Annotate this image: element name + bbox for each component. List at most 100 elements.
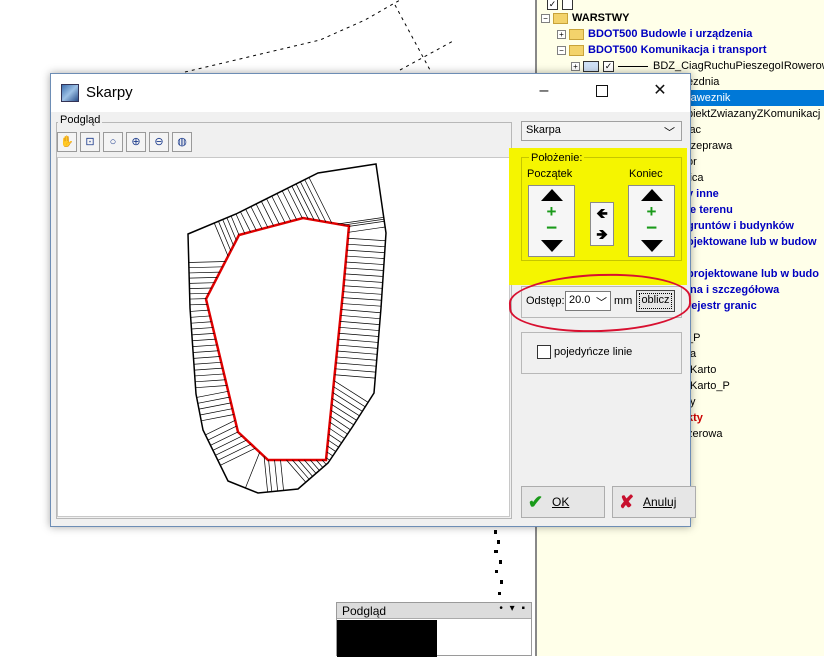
close-button[interactable]: ✕ xyxy=(637,74,683,108)
tree-item[interactable]: ie terenu xyxy=(687,202,733,218)
hatch-line xyxy=(336,357,376,360)
tree-item[interactable]: zerowa xyxy=(687,426,722,442)
hatch-line xyxy=(335,369,375,372)
tree-item[interactable]: tKarto_P xyxy=(687,378,730,394)
expand-icon[interactable]: + xyxy=(571,62,580,71)
collapse-icon[interactable]: − xyxy=(541,14,550,23)
tree-item-komunikacja[interactable]: − BDOT500 Komunikacja i transport xyxy=(557,42,767,58)
hand-icon[interactable]: ✋ xyxy=(57,132,77,152)
end-down-button[interactable] xyxy=(629,237,674,255)
dialog-title: Skarpy xyxy=(86,84,133,101)
swap-controls: 🡸 🡺 xyxy=(590,202,614,246)
collapse-icon[interactable]: − xyxy=(557,46,566,55)
hatch-line xyxy=(275,460,278,491)
hatch-line xyxy=(272,196,285,223)
hatch-line xyxy=(343,292,382,295)
tree-item[interactable]: rzeprawa xyxy=(687,138,732,154)
zoom-in-icon[interactable]: ⊕ xyxy=(126,132,146,152)
hatch-line xyxy=(195,380,225,382)
tree-item-label: ojektowane lub w budow xyxy=(687,236,817,248)
hatch-line xyxy=(336,363,376,366)
title-bar[interactable]: Skarpy – ✕ xyxy=(51,74,690,112)
hatch-line xyxy=(246,209,257,230)
minus-icon: − xyxy=(646,218,657,239)
tree-item-label: ezdnia xyxy=(687,76,719,88)
tree-item[interactable]: gruntów i budynków xyxy=(687,218,794,234)
tree-item-label: WARSTWY xyxy=(572,12,629,24)
hatch-line xyxy=(347,244,385,247)
hatch-line xyxy=(223,220,234,246)
single-lines-checkbox[interactable] xyxy=(537,345,551,359)
hatch-line xyxy=(281,460,284,490)
ok-button[interactable]: ✔ OK xyxy=(521,486,605,518)
expand-icon[interactable]: + xyxy=(557,30,566,39)
hatch-line xyxy=(200,409,232,415)
hatch-line xyxy=(267,199,280,225)
maximize-icon xyxy=(596,85,608,97)
hatch-line xyxy=(199,403,231,409)
tree-item[interactable]: ezdnia xyxy=(687,74,719,90)
single-lines-label[interactable]: pojedyńcze linie xyxy=(554,346,632,358)
hatch-line xyxy=(298,460,312,476)
hatch-line xyxy=(342,304,381,307)
hatch-line xyxy=(328,440,339,447)
slope-type-select[interactable]: Skarpa﹀ xyxy=(521,121,682,141)
layer-checkbox[interactable]: ✓ xyxy=(603,61,614,72)
hatch-line xyxy=(341,315,380,318)
hatch-line xyxy=(327,446,335,452)
hatch-line xyxy=(211,432,238,445)
arrow-left-button[interactable]: 🡸 xyxy=(591,203,613,224)
zoom-window-icon[interactable]: ⊡ xyxy=(80,132,100,152)
preview-canvas[interactable] xyxy=(57,157,510,517)
hatch-line xyxy=(240,212,250,232)
tree-item[interactable]: projektowane lub w budo xyxy=(687,266,819,282)
start-down-button[interactable] xyxy=(529,237,574,255)
hatch-line xyxy=(339,333,379,336)
hatch-line xyxy=(208,426,237,440)
hatch-line xyxy=(338,339,378,342)
tree-item-selected[interactable]: raweznik xyxy=(687,90,824,106)
tree-item[interactable]: ojektowane lub w budow xyxy=(687,234,817,250)
background-preview-panel: Podgląd• ▾ ▪ xyxy=(336,602,532,656)
tree-item-label: tKarto xyxy=(687,364,716,376)
line-style-icon xyxy=(618,66,648,67)
hatch-line xyxy=(348,227,385,232)
tree-item[interactable]: jna i szczegółowa xyxy=(687,282,779,298)
hatch-line xyxy=(197,391,229,397)
tree-item[interactable]: biektZwiazanyZKomunikacj xyxy=(687,106,820,122)
hatch-line xyxy=(195,374,224,376)
hatch-line xyxy=(345,274,383,277)
tree-item-root[interactable]: − WARSTWY xyxy=(541,10,629,26)
hatch-line xyxy=(338,217,384,224)
tree-item-budowle[interactable]: +BDOT500 Budowle i urządzenia xyxy=(557,26,752,42)
skarpy-dialog: Skarpy – ✕ Podgląd ✋⊡○⊕⊖◍ Skarpa﹀ Położe… xyxy=(50,73,691,527)
hatch-line xyxy=(261,201,273,225)
tree-item-label: BDOT500 Komunikacja i transport xyxy=(588,44,767,56)
tree-item-ciag[interactable]: + ✓ BDZ_CiagRuchuPieszegoIRowerow xyxy=(571,58,824,74)
tree-item-label: BDZ_CiagRuchuPieszegoIRowerow xyxy=(653,60,824,72)
hatch-line xyxy=(338,345,378,348)
hatch-line xyxy=(193,351,218,353)
hatch-line xyxy=(191,322,211,323)
table-icon xyxy=(583,61,599,72)
hatch-line xyxy=(344,286,383,289)
tree-item[interactable]: y inne xyxy=(687,186,719,202)
tree-item[interactable]: tKarto xyxy=(687,362,716,378)
hatch-line xyxy=(286,460,305,482)
globe-icon[interactable]: ◍ xyxy=(172,132,192,152)
panel-controls-icon[interactable]: • ▾ ▪ xyxy=(499,603,527,614)
hatch-line xyxy=(345,268,383,271)
hatch-line xyxy=(348,238,386,241)
cancel-button[interactable]: ✘ Anuluj xyxy=(612,486,696,518)
hatch-line xyxy=(346,256,384,259)
zoom-icon[interactable]: ○ xyxy=(103,132,123,152)
tree-item[interactable]: rejestr granic xyxy=(687,298,757,314)
position-label: Położenie: xyxy=(529,152,584,164)
minimize-button[interactable]: – xyxy=(521,74,567,108)
hatch-line xyxy=(333,387,365,407)
zoom-out-icon[interactable]: ⊖ xyxy=(149,132,169,152)
arrow-right-button[interactable]: 🡺 xyxy=(591,224,613,245)
maximize-button[interactable] xyxy=(579,74,625,108)
chevron-down-icon: ﹀ xyxy=(664,124,675,140)
ok-label: OK xyxy=(552,487,569,517)
